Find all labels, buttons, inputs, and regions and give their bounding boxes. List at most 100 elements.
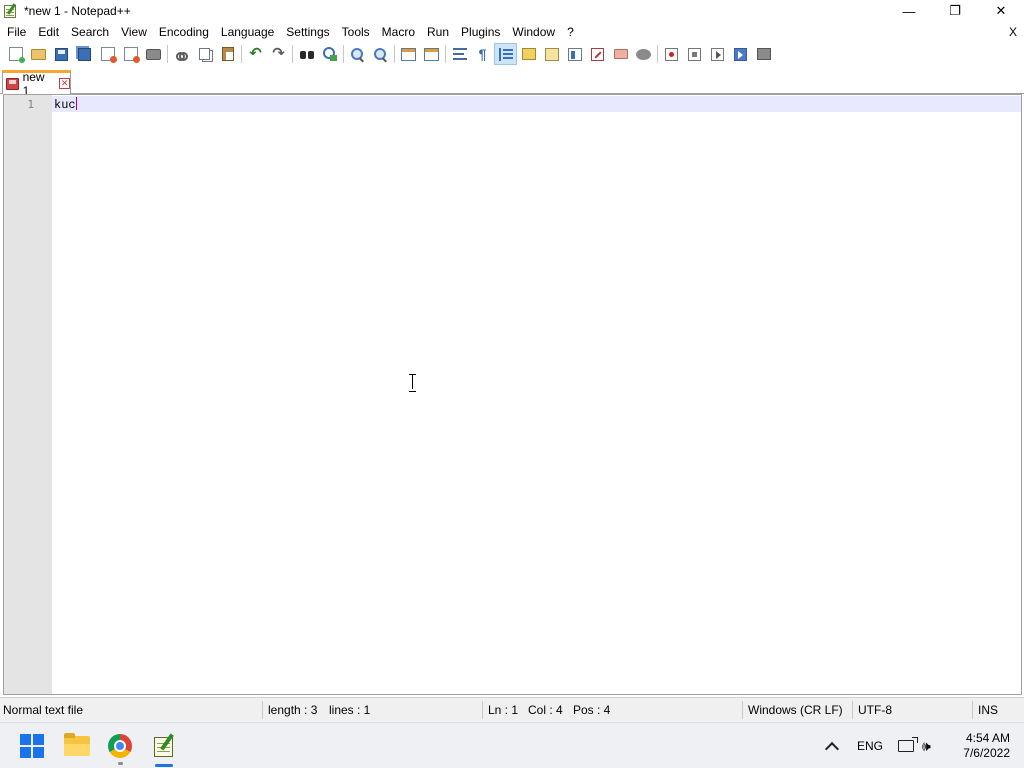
- unsaved-file-icon: [6, 77, 19, 90]
- close-button[interactable]: ✕: [978, 0, 1024, 22]
- minimize-button[interactable]: —: [886, 0, 932, 22]
- notepad-plus-plus-icon: [152, 733, 176, 759]
- ibeam-cursor-icon: [409, 374, 417, 392]
- monitoring-icon: [636, 48, 651, 60]
- start-button[interactable]: [12, 726, 52, 766]
- find-button[interactable]: [295, 43, 318, 65]
- show-all-characters-icon: ¶: [478, 46, 487, 62]
- close-icon: [100, 47, 117, 63]
- cut-button[interactable]: [170, 43, 193, 65]
- playback-button[interactable]: [706, 43, 729, 65]
- status-separator: [482, 701, 483, 719]
- status-column: Col : 4: [528, 703, 563, 717]
- copy-button[interactable]: [193, 43, 216, 65]
- start-recording-button[interactable]: [660, 43, 683, 65]
- save-all-button[interactable]: [73, 43, 96, 65]
- active-app-indicator: [155, 764, 173, 767]
- menu-settings[interactable]: Settings: [280, 22, 335, 42]
- show-all-characters-button[interactable]: ¶: [471, 43, 494, 65]
- editor[interactable]: 1 kuc: [3, 94, 1022, 695]
- replace-icon: [322, 47, 337, 61]
- menu-edit[interactable]: Edit: [32, 22, 65, 42]
- function-list-button[interactable]: [586, 43, 609, 65]
- zoom-out-button[interactable]: [369, 43, 392, 65]
- notepad-plus-plus-taskbar-button[interactable]: [144, 726, 184, 766]
- close-all-button[interactable]: [119, 43, 142, 65]
- run-macro-multiple-button[interactable]: [729, 43, 752, 65]
- menu-encoding[interactable]: Encoding: [153, 22, 215, 42]
- stop-recording-button[interactable]: [683, 43, 706, 65]
- close-file-button[interactable]: [96, 43, 119, 65]
- new-file-icon: [8, 47, 25, 63]
- input-language-button[interactable]: ENG: [857, 723, 883, 768]
- maximize-button[interactable]: ❐: [932, 0, 978, 22]
- new-file-button[interactable]: [4, 43, 27, 65]
- zoom-in-button[interactable]: [346, 43, 369, 65]
- menu-view[interactable]: View: [115, 22, 153, 42]
- sync-horizontal-icon: [424, 47, 439, 61]
- tab-new-1[interactable]: new 1 ✕: [2, 70, 71, 98]
- menu-search[interactable]: Search: [65, 22, 115, 42]
- status-line: Ln : 1: [488, 703, 519, 717]
- menu-language[interactable]: Language: [215, 22, 280, 42]
- sync-vertical-button[interactable]: [397, 43, 420, 65]
- current-line-highlight: [52, 96, 1021, 112]
- document-list-button[interactable]: [563, 43, 586, 65]
- title-bar[interactable]: *new 1 - Notepad++ — ❐ ✕: [0, 0, 1024, 22]
- user-defined-language-button[interactable]: [517, 43, 540, 65]
- save-macro-icon: [756, 48, 771, 60]
- word-wrap-button[interactable]: [448, 43, 471, 65]
- sync-horizontal-button[interactable]: [420, 43, 443, 65]
- clock-time: 4:54 AM: [965, 731, 1010, 745]
- toolbar-separator: [657, 45, 658, 63]
- taskbar: ENG 🕪 4:54 AM 7/6/2022: [0, 722, 1024, 768]
- clock-button[interactable]: 4:54 AM 7/6/2022: [952, 723, 1010, 768]
- indent-guide-button[interactable]: [494, 43, 517, 65]
- line-number-gutter: 1: [4, 95, 52, 694]
- zoom-in-icon: [351, 47, 364, 61]
- chrome-icon: [108, 734, 132, 758]
- editor-line-1[interactable]: kuc: [54, 97, 77, 113]
- volume-button[interactable]: 🕪: [922, 723, 931, 768]
- status-lines: lines : 1: [329, 703, 371, 717]
- open-file-icon: [31, 48, 46, 60]
- menu-help[interactable]: ?: [561, 22, 580, 42]
- menu-tools[interactable]: Tools: [336, 22, 376, 42]
- menu-run[interactable]: Run: [421, 22, 455, 42]
- paste-button[interactable]: [216, 43, 239, 65]
- toolbar-separator: [241, 45, 242, 63]
- show-hidden-icons-button[interactable]: [824, 723, 840, 768]
- status-eol: Windows (CR LF): [748, 703, 843, 717]
- file-explorer-button[interactable]: [57, 726, 97, 766]
- monitoring-button[interactable]: [632, 43, 655, 65]
- save-macro-button[interactable]: [752, 43, 775, 65]
- redo-button[interactable]: ↷: [267, 43, 290, 65]
- chevron-up-icon: [824, 741, 840, 756]
- line-number: 1: [27, 98, 34, 111]
- open-file-button[interactable]: [27, 43, 50, 65]
- folder-as-workspace-button[interactable]: [609, 43, 632, 65]
- function-list-icon: [591, 47, 604, 61]
- menu-window[interactable]: Window: [506, 22, 561, 42]
- text-caret: [75, 97, 77, 110]
- tab-close-icon[interactable]: ✕: [59, 78, 71, 89]
- document-map-button[interactable]: [540, 43, 563, 65]
- toolbar-separator: [292, 45, 293, 63]
- menu-macro[interactable]: Macro: [376, 22, 421, 42]
- replace-button[interactable]: [318, 43, 341, 65]
- print-button[interactable]: [142, 43, 165, 65]
- menu-file[interactable]: File: [0, 22, 32, 42]
- toolbar-separator: [394, 45, 395, 63]
- undo-button[interactable]: ↶: [244, 43, 267, 65]
- status-separator: [852, 701, 853, 719]
- playback-icon: [711, 47, 724, 61]
- start-recording-icon: [665, 47, 678, 61]
- status-position: Pos : 4: [573, 703, 611, 717]
- menu-plugins[interactable]: Plugins: [455, 22, 506, 42]
- status-separator: [742, 701, 743, 719]
- close-document-button[interactable]: X: [1009, 22, 1017, 42]
- chrome-button[interactable]: [100, 726, 140, 766]
- save-button[interactable]: [50, 43, 73, 65]
- input-language: ENG: [857, 739, 884, 753]
- network-button[interactable]: [898, 723, 918, 768]
